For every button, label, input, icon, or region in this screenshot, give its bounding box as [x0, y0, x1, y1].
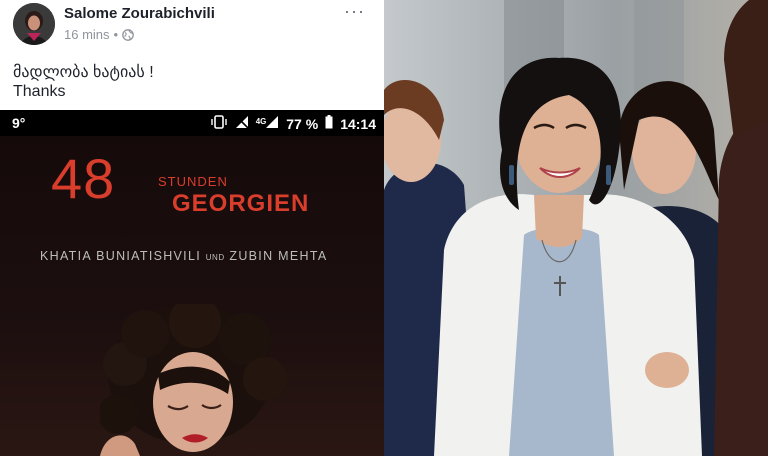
status-icons: 4G 77 % 14:14 — [210, 115, 376, 132]
signal-icon: 4G — [256, 115, 280, 132]
vibrate-icon — [210, 115, 228, 132]
artist-conjunction: UND — [205, 253, 225, 262]
shared-phone-screenshot[interactable]: 9° 4G 77 % 14:14 48 STUNDEN GEORGIEN KHA… — [0, 110, 384, 456]
status-time: 14:14 — [340, 115, 376, 132]
press-photo — [384, 0, 768, 456]
post-text-english: Thanks — [13, 83, 66, 100]
facebook-post: Salome Zourabichvili 16 mins • ··· მადლო… — [0, 0, 384, 456]
artist-name-1: KHATIA BUNIATISHVILI — [40, 249, 201, 263]
author-name[interactable]: Salome Zourabichvili — [64, 5, 215, 22]
poster-subtitle-line1: STUNDEN — [158, 174, 228, 189]
globe-icon[interactable] — [122, 28, 134, 41]
post-text-georgian: მადლობა ხატიას ! — [13, 64, 154, 81]
post-meta: 16 mins • — [64, 27, 134, 42]
weather-temperature: 9° — [12, 115, 26, 131]
poster-artists: KHATIA BUNIATISHVILI UND ZUBIN MEHTA — [40, 249, 328, 263]
network-type: 4G — [255, 117, 267, 126]
battery-icon — [325, 115, 333, 132]
post-time[interactable]: 16 mins — [64, 27, 110, 42]
profile-avatar[interactable] — [13, 3, 55, 45]
artist-name-2: ZUBIN MEHTA — [229, 249, 328, 263]
phone-status-bar: 9° 4G 77 % 14:14 — [0, 110, 384, 136]
concert-poster: 48 STUNDEN GEORGIEN KHATIA BUNIATISHVILI… — [0, 136, 384, 456]
meta-separator: • — [113, 27, 119, 42]
poster-title: GEORGIEN — [172, 190, 310, 217]
battery-percent: 77 % — [286, 115, 319, 132]
pianist-portrait-image — [98, 296, 290, 456]
poster-number: 48 — [51, 147, 116, 210]
no-signal-icon — [235, 115, 249, 132]
more-options-icon[interactable]: ··· — [344, 2, 365, 20]
